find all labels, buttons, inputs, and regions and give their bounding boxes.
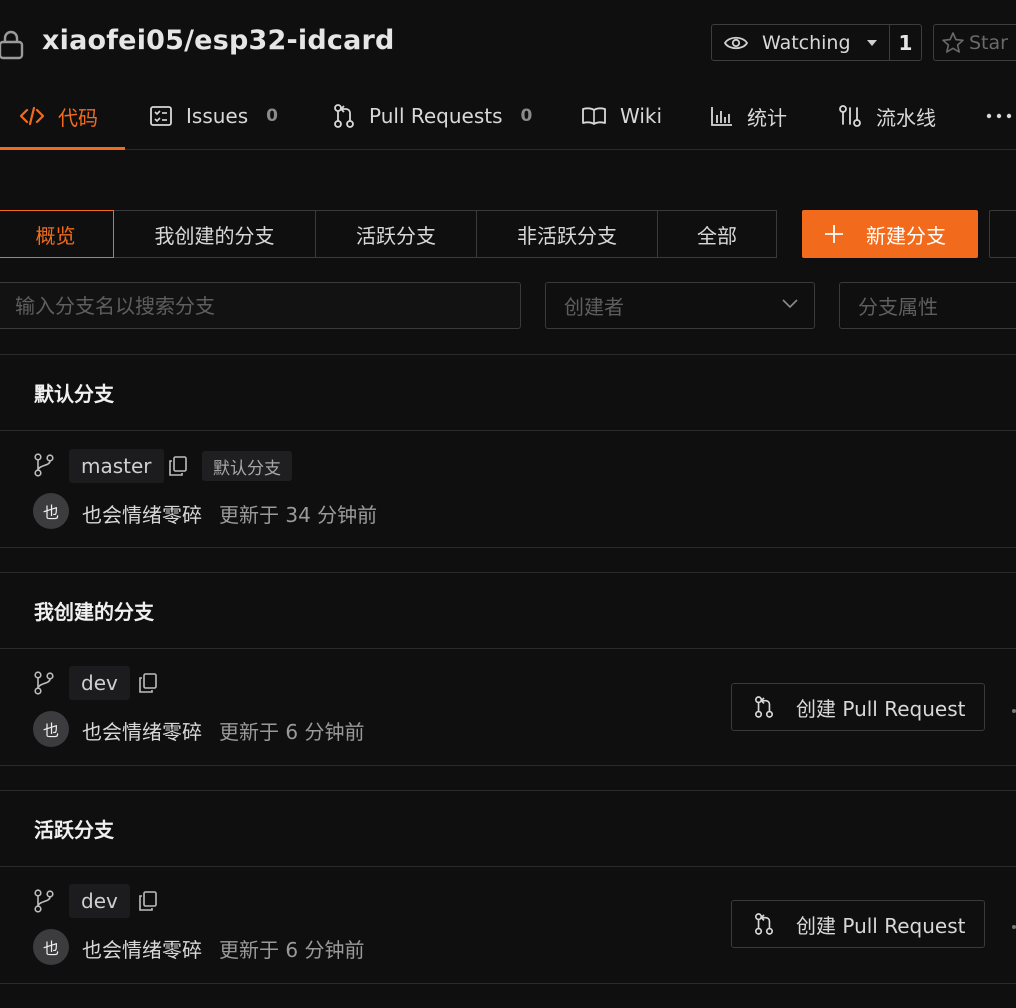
create-pull-request-label: 创建 Pull Request [796, 913, 966, 938]
filter-active-branches[interactable]: 活跃分支 [315, 210, 477, 258]
tab-pull-requests[interactable]: Pull Requests 0 [333, 82, 532, 150]
tab-count: 0 [266, 106, 278, 126]
tab-label: 代码 [58, 105, 98, 130]
branch-icon [34, 671, 54, 695]
caret-down-icon [866, 39, 877, 46]
eye-icon [724, 34, 748, 52]
create-pull-request-button[interactable]: 创建 Pull Request [731, 683, 985, 731]
branch-name[interactable]: dev [69, 666, 130, 700]
tab-label: Wiki [620, 104, 663, 128]
tab-label: Pull Requests [369, 104, 503, 128]
updated-time: 更新于 34 分钟前 [219, 503, 378, 527]
attribute-placeholder: 分支属性 [858, 295, 938, 319]
branch-icon [34, 453, 54, 477]
branch-row: dev 也 也会情绪零碎 更新于 6 分钟前 创建 Pull Request [0, 649, 1016, 766]
branch-name[interactable]: master [69, 449, 164, 483]
section-default-branch: 默认分支 master 默认分支 也 也会情绪零碎 更新于 34 分钟前 [0, 354, 1016, 548]
branch-row: dev 也 也会情绪零碎 更新于 6 分钟前 创建 Pull Request [0, 867, 1016, 984]
tab-stats[interactable]: 统计 [711, 82, 787, 150]
pipeline-icon [838, 104, 862, 128]
active-tab-indicator [0, 147, 125, 150]
bar-chart-icon [711, 106, 733, 126]
star-label: Star [969, 31, 1008, 54]
star-icon [941, 31, 965, 55]
default-branch-badge: 默认分支 [202, 451, 292, 481]
tab-code[interactable]: 代码 [20, 82, 98, 150]
issues-icon [150, 106, 172, 126]
chevron-down-icon [782, 299, 798, 309]
filter-inactive-branches[interactable]: 非活跃分支 [476, 210, 658, 258]
branch-name[interactable]: dev [69, 884, 130, 918]
creator-select[interactable]: 创建者 [545, 282, 815, 329]
star-button[interactable]: Star [933, 24, 1016, 61]
lock-icon [0, 30, 24, 60]
pull-request-icon [333, 104, 355, 128]
section-my-branches: 我创建的分支 dev 也 也会情绪零碎 更新于 6 分钟前 创建 Pull Re… [0, 572, 1016, 766]
repo-tabs: 代码 Issues 0 Pull Requests 0 Wiki 统计 流水线 [0, 82, 1016, 150]
book-icon [582, 106, 606, 126]
section-title: 活跃分支 [0, 791, 1016, 867]
watch-count[interactable]: 1 [890, 25, 921, 60]
create-pull-request-label: 创建 Pull Request [796, 696, 966, 721]
avatar[interactable]: 也 [33, 493, 69, 529]
tab-label: 流水线 [876, 105, 936, 130]
branch-search-input[interactable] [0, 282, 521, 329]
copy-icon[interactable] [169, 456, 187, 476]
more-tabs-button[interactable] [986, 82, 1012, 150]
tab-issues[interactable]: Issues 0 [150, 82, 278, 150]
pull-request-icon [754, 913, 774, 935]
tab-count: 0 [520, 106, 533, 126]
branch-row: master 默认分支 也 也会情绪零碎 更新于 34 分钟前 [0, 431, 1016, 548]
new-branch-label: 新建分支 [866, 223, 946, 248]
updated-time: 更新于 6 分钟前 [219, 720, 365, 744]
filter-overview[interactable]: 概览 [0, 210, 114, 258]
copy-icon[interactable] [139, 891, 157, 911]
filter-my-branches[interactable]: 我创建的分支 [113, 210, 316, 258]
new-branch-button[interactable]: 新建分支 [802, 210, 978, 258]
more-actions-icon[interactable] [1012, 925, 1016, 929]
pull-request-icon [754, 696, 774, 718]
more-actions-icon[interactable] [1012, 709, 1016, 713]
repo-title[interactable]: xiaofei05/esp32-idcard [42, 25, 395, 56]
section-title: 我创建的分支 [0, 573, 1016, 649]
watch-button[interactable]: Watching [712, 25, 890, 60]
ellipsis-icon [986, 113, 1012, 119]
tab-label: 统计 [747, 105, 787, 130]
section-active-branches: 活跃分支 dev 也 也会情绪零碎 更新于 6 分钟前 创建 Pull Requ… [0, 790, 1016, 984]
branch-attribute-select[interactable]: 分支属性 [839, 282, 1016, 329]
copy-icon[interactable] [139, 673, 157, 693]
branch-icon [34, 889, 54, 913]
author-name[interactable]: 也会情绪零碎 [82, 499, 202, 528]
section-title: 默认分支 [0, 355, 1016, 431]
plus-icon [824, 224, 844, 244]
filter-all[interactable]: 全部 [657, 210, 777, 258]
branch-filter-tabs: 概览 我创建的分支 活跃分支 非活跃分支 全部 [0, 210, 777, 258]
author-name[interactable]: 也会情绪零碎 [82, 716, 202, 745]
code-icon [20, 106, 44, 126]
creator-placeholder: 创建者 [564, 295, 624, 319]
author-name[interactable]: 也会情绪零碎 [82, 934, 202, 963]
updated-time: 更新于 6 分钟前 [219, 938, 365, 962]
tab-label: Issues [186, 104, 249, 128]
create-pull-request-button[interactable]: 创建 Pull Request [731, 900, 985, 948]
tab-pipeline[interactable]: 流水线 [838, 82, 936, 150]
watch-label: Watching [762, 31, 851, 54]
avatar[interactable]: 也 [33, 929, 69, 965]
tab-wiki[interactable]: Wiki [582, 82, 662, 150]
more-options-button[interactable] [989, 210, 1016, 258]
avatar[interactable]: 也 [33, 711, 69, 747]
watch-button-group: Watching 1 [711, 24, 922, 61]
